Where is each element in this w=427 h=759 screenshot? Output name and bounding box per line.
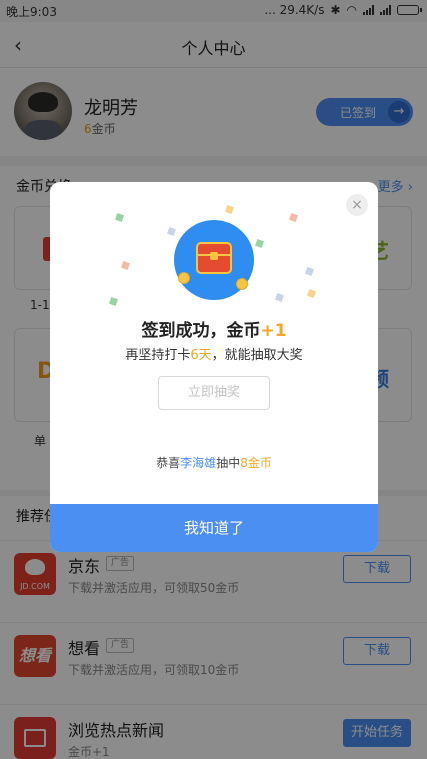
success-title-text: 签到成功，金币 — [141, 321, 261, 341]
winner-mid: 抽中 — [216, 456, 241, 470]
draw-now-button[interactable]: 立即抽奖 — [158, 376, 270, 410]
confetti-decoration — [255, 239, 264, 248]
coin-icon — [236, 278, 248, 290]
streak-prefix: 再坚持打卡 — [125, 348, 191, 363]
sign-in-success-dialog: × 签到成功，金币+1 再坚持打卡6天，就能抽取大奖 立即抽奖 恭喜李海雄抽中8… — [50, 182, 378, 552]
winner-prefix: 恭喜 — [156, 456, 181, 470]
confetti-decoration — [167, 227, 176, 236]
confetti-decoration — [225, 205, 234, 214]
confetti-decoration — [115, 213, 124, 222]
streak-suffix: ，就能抽取大奖 — [211, 348, 303, 363]
confetti-decoration — [305, 267, 314, 276]
confetti-decoration — [289, 213, 298, 222]
confetti-decoration — [275, 293, 284, 302]
confetti-decoration — [121, 261, 130, 270]
confetti-decoration — [307, 289, 316, 298]
treasure-chest-icon — [174, 220, 254, 300]
winner-prize: 8金币 — [240, 456, 272, 470]
close-icon[interactable]: × — [346, 194, 368, 216]
coin-plus: +1 — [260, 321, 287, 341]
winner-notice: 恭喜李海雄抽中8金币 — [50, 454, 378, 471]
success-title: 签到成功，金币+1 — [50, 316, 378, 341]
coin-icon — [178, 272, 190, 284]
chest-body — [196, 242, 232, 274]
confetti-decoration — [109, 297, 118, 306]
got-it-button[interactable]: 我知道了 — [50, 504, 378, 552]
streak-hint: 再坚持打卡6天，就能抽取大奖 — [50, 344, 378, 363]
winner-name: 李海雄 — [180, 456, 217, 470]
streak-days: 6天 — [190, 348, 212, 363]
